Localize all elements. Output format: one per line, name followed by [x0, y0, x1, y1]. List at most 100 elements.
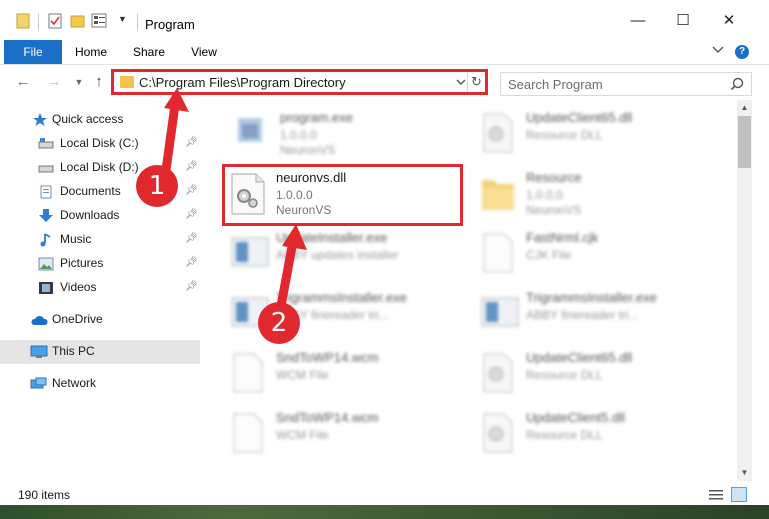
- forward-arrow-icon[interactable]: →: [45, 73, 63, 91]
- up-arrow-icon[interactable]: ↑: [90, 73, 108, 91]
- new-folder-icon[interactable]: [70, 12, 86, 30]
- sidebar-item-quick-access[interactable]: Quick access: [0, 108, 200, 132]
- details-view-icon[interactable]: [708, 488, 724, 502]
- chevron-down-icon[interactable]: [456, 75, 466, 92]
- file-icon: [228, 410, 272, 456]
- pin-icon[interactable]: 📌︎: [185, 209, 198, 220]
- pictures-icon: [38, 257, 54, 271]
- cloud-icon: [30, 313, 48, 327]
- sidebar-item-this-pc[interactable]: This PC: [0, 340, 200, 364]
- title-bar: ▼ Program — ☐ ✕: [0, 0, 769, 40]
- step-2-badge: 2: [258, 302, 300, 344]
- window-title: Program: [145, 17, 195, 32]
- list-item[interactable]: SndToWP14.wcm WCM File: [224, 346, 464, 402]
- list-item[interactable]: UpdateClient65.dll Resource DLL: [474, 346, 714, 402]
- navigation-bar: ← → ▼ ↑ C:\Program Files\Program Directo…: [0, 65, 769, 100]
- documents-icon: [38, 185, 54, 199]
- file-name: FastNrml.cjk: [526, 230, 599, 245]
- pin-icon[interactable]: 📌︎: [185, 281, 198, 292]
- folder-icon[interactable]: [16, 12, 32, 30]
- sidebar-item-videos[interactable]: Videos 📌︎: [0, 276, 200, 300]
- sidebar-item-pictures[interactable]: Pictures 📌︎: [0, 252, 200, 276]
- file-list: program.exe 1.0.0.0 NeuronVS UpdateClien…: [200, 100, 737, 481]
- file-name: UpdateClient65.dll: [526, 350, 633, 365]
- refresh-icon[interactable]: ↻: [467, 72, 485, 92]
- pin-icon[interactable]: 📌︎: [185, 161, 198, 172]
- list-item[interactable]: TrigrammsInstaller.exe ABBY finereader t…: [474, 286, 714, 342]
- help-icon[interactable]: ?: [735, 45, 749, 59]
- tab-home[interactable]: Home: [66, 40, 116, 65]
- vertical-scrollbar[interactable]: ▲ ▼: [737, 100, 752, 481]
- sidebar-item-label: Videos: [60, 280, 97, 294]
- minimize-button[interactable]: —: [625, 10, 651, 32]
- sidebar-item-label: Music: [60, 232, 92, 246]
- installer-icon: [228, 230, 272, 276]
- list-item[interactable]: UpdateClient5.dll Resource DLL: [474, 406, 714, 462]
- installer-icon: [478, 290, 522, 336]
- list-item[interactable]: program.exe 1.0.0.0 NeuronVS: [228, 106, 468, 162]
- chevron-down-icon[interactable]: ▼: [70, 73, 88, 91]
- chevron-down-icon[interactable]: [712, 45, 724, 58]
- ribbon-tabs: File Home Share View ?: [0, 40, 769, 65]
- file-name: TrigrammsInstaller.exe: [526, 290, 657, 305]
- file-name: program.exe: [280, 110, 353, 125]
- address-bar[interactable]: C:\Program Files\Program Directory ↻: [111, 69, 488, 95]
- file-highlight-box: [222, 164, 463, 226]
- drive-icon: [38, 161, 54, 175]
- list-item[interactable]: Resource 1.0.0.0 NeuronVS: [474, 166, 714, 222]
- chevron-down-icon[interactable]: ▼: [118, 14, 128, 32]
- file-description: Resource DLL: [526, 128, 603, 142]
- sidebar-item-downloads[interactable]: Downloads 📌︎: [0, 204, 200, 228]
- list-item[interactable]: UpdateClient65.dll Resource DLL: [474, 106, 714, 162]
- customize-icon[interactable]: [91, 12, 107, 30]
- search-icon[interactable]: [730, 77, 744, 91]
- pin-icon[interactable]: 📌︎: [185, 257, 198, 268]
- sidebar-item-label: Network: [52, 376, 97, 390]
- list-item[interactable]: UpdateInstaller.exe ABBY updates install…: [224, 226, 464, 282]
- pin-icon[interactable]: 📌︎: [185, 233, 198, 244]
- tab-share[interactable]: Share: [124, 40, 174, 65]
- navigation-pane: Quick access Local Disk (C:) 📌︎ Local Di…: [0, 100, 200, 481]
- file-icon: [478, 230, 522, 276]
- pin-icon[interactable]: 📌︎: [185, 185, 198, 196]
- scroll-up-icon[interactable]: ▲: [737, 100, 752, 116]
- computer-icon: [30, 345, 48, 359]
- divider: [137, 14, 138, 30]
- star-icon: [32, 113, 48, 127]
- scroll-down-icon[interactable]: ▼: [737, 465, 752, 481]
- sidebar-item-onedrive[interactable]: OneDrive: [0, 308, 200, 332]
- sidebar-item-label: OneDrive: [52, 312, 103, 326]
- sidebar-item-network[interactable]: Network: [0, 372, 200, 396]
- sidebar-item-label: Local Disk (D:): [60, 160, 139, 174]
- back-arrow-icon[interactable]: ←: [14, 73, 32, 91]
- close-button[interactable]: ✕: [716, 10, 742, 32]
- file-description: Resource DLL: [526, 428, 603, 442]
- videos-icon: [38, 281, 54, 295]
- pin-icon[interactable]: 📌︎: [185, 137, 198, 148]
- file-company: NeuronVS: [280, 143, 336, 157]
- sidebar-item-label: This PC: [52, 344, 95, 358]
- properties-icon[interactable]: [47, 12, 63, 30]
- file-icon: [228, 350, 272, 396]
- file-name: UpdateInstaller.exe: [276, 230, 388, 245]
- sidebar-item-music[interactable]: Music 📌︎: [0, 228, 200, 252]
- tiles-view-icon[interactable]: [731, 487, 747, 502]
- file-description: WCM File: [276, 428, 329, 442]
- folder-icon: [120, 76, 134, 88]
- sidebar-item-local-disk-c[interactable]: Local Disk (C:) 📌︎: [0, 132, 200, 156]
- maximize-button[interactable]: ☐: [670, 10, 696, 32]
- dll-icon: [478, 350, 522, 396]
- list-item[interactable]: SndToWP14.wcm WCM File: [224, 406, 464, 462]
- tab-view[interactable]: View: [181, 40, 227, 65]
- file-name: SndToWP14.wcm: [276, 410, 379, 425]
- file-name: Resource: [526, 170, 582, 185]
- tab-file[interactable]: File: [4, 40, 62, 65]
- file-description: Resource DLL: [526, 368, 603, 382]
- list-item[interactable]: FastNrml.cjk CJK File: [474, 226, 714, 282]
- item-count: 190 items: [18, 488, 71, 502]
- sidebar-item-label: Pictures: [60, 256, 104, 270]
- address-path[interactable]: C:\Program Files\Program Directory: [139, 75, 346, 90]
- search-input[interactable]: Search Program: [500, 72, 752, 96]
- step-1-badge: 1: [136, 165, 178, 207]
- scroll-thumb[interactable]: [738, 116, 751, 168]
